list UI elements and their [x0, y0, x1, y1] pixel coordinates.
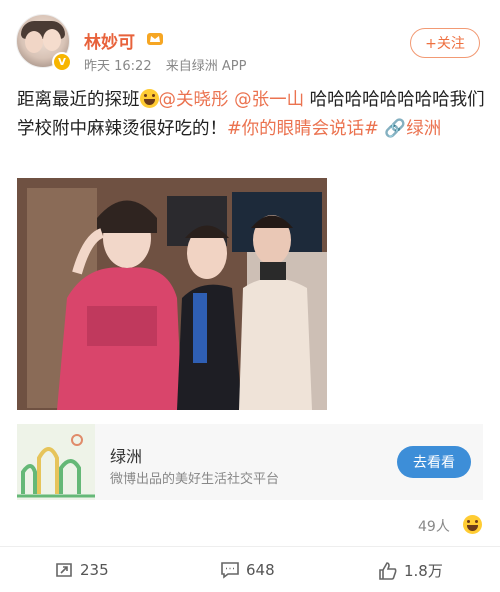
repost-button[interactable]: 235: [54, 560, 109, 580]
divider: [0, 546, 500, 547]
open-app-button[interactable]: 去看看: [397, 446, 471, 478]
oasis-logo-icon: [17, 424, 95, 500]
member-crown-icon[interactable]: [146, 30, 164, 46]
comment-icon: [221, 562, 239, 579]
post-meta: 昨天 16:22 来自绿洲 APP: [84, 55, 256, 74]
thumbs-up-icon: [379, 561, 397, 580]
laughing-emoji-icon: [139, 89, 159, 108]
reaction-count[interactable]: 49人: [418, 516, 450, 536]
hashtag-link[interactable]: #你的眼睛会说话#: [227, 119, 379, 139]
mention-link[interactable]: @关晓彤: [159, 90, 229, 110]
repost-icon: [56, 563, 72, 577]
post-text-1: 距离最近的探班: [17, 90, 140, 110]
card-title: 绿洲: [110, 447, 143, 466]
username[interactable]: 林妙可: [84, 28, 135, 53]
follow-button[interactable]: +关注: [410, 28, 480, 58]
post-time: 昨天 16:22: [84, 59, 152, 74]
post-source[interactable]: 来自绿洲 APP: [166, 59, 247, 74]
verified-badge-icon: V: [52, 52, 72, 72]
comment-button[interactable]: 648: [220, 560, 275, 580]
like-count: 1.8万: [404, 562, 443, 580]
repost-count: 235: [80, 561, 109, 579]
photo-scene: [17, 178, 327, 410]
post-photo[interactable]: [17, 178, 327, 410]
mention-link[interactable]: @张一山: [234, 90, 304, 110]
post-content: 距离最近的探班 @关晓彤 @张一山 哈哈哈哈哈哈哈哈我们学校附中麻辣烫很好吃的！#…: [17, 86, 487, 144]
like-button[interactable]: 1.8万: [378, 560, 443, 581]
link-icon: 🔗: [384, 119, 407, 139]
oasis-link[interactable]: 🔗绿洲: [384, 119, 441, 139]
oasis-link-label: 绿洲: [406, 119, 442, 139]
comment-count: 648: [246, 561, 275, 579]
card-subtitle: 微博出品的美好生活社交平台: [110, 472, 280, 487]
laughing-emoji-icon: [463, 515, 482, 534]
